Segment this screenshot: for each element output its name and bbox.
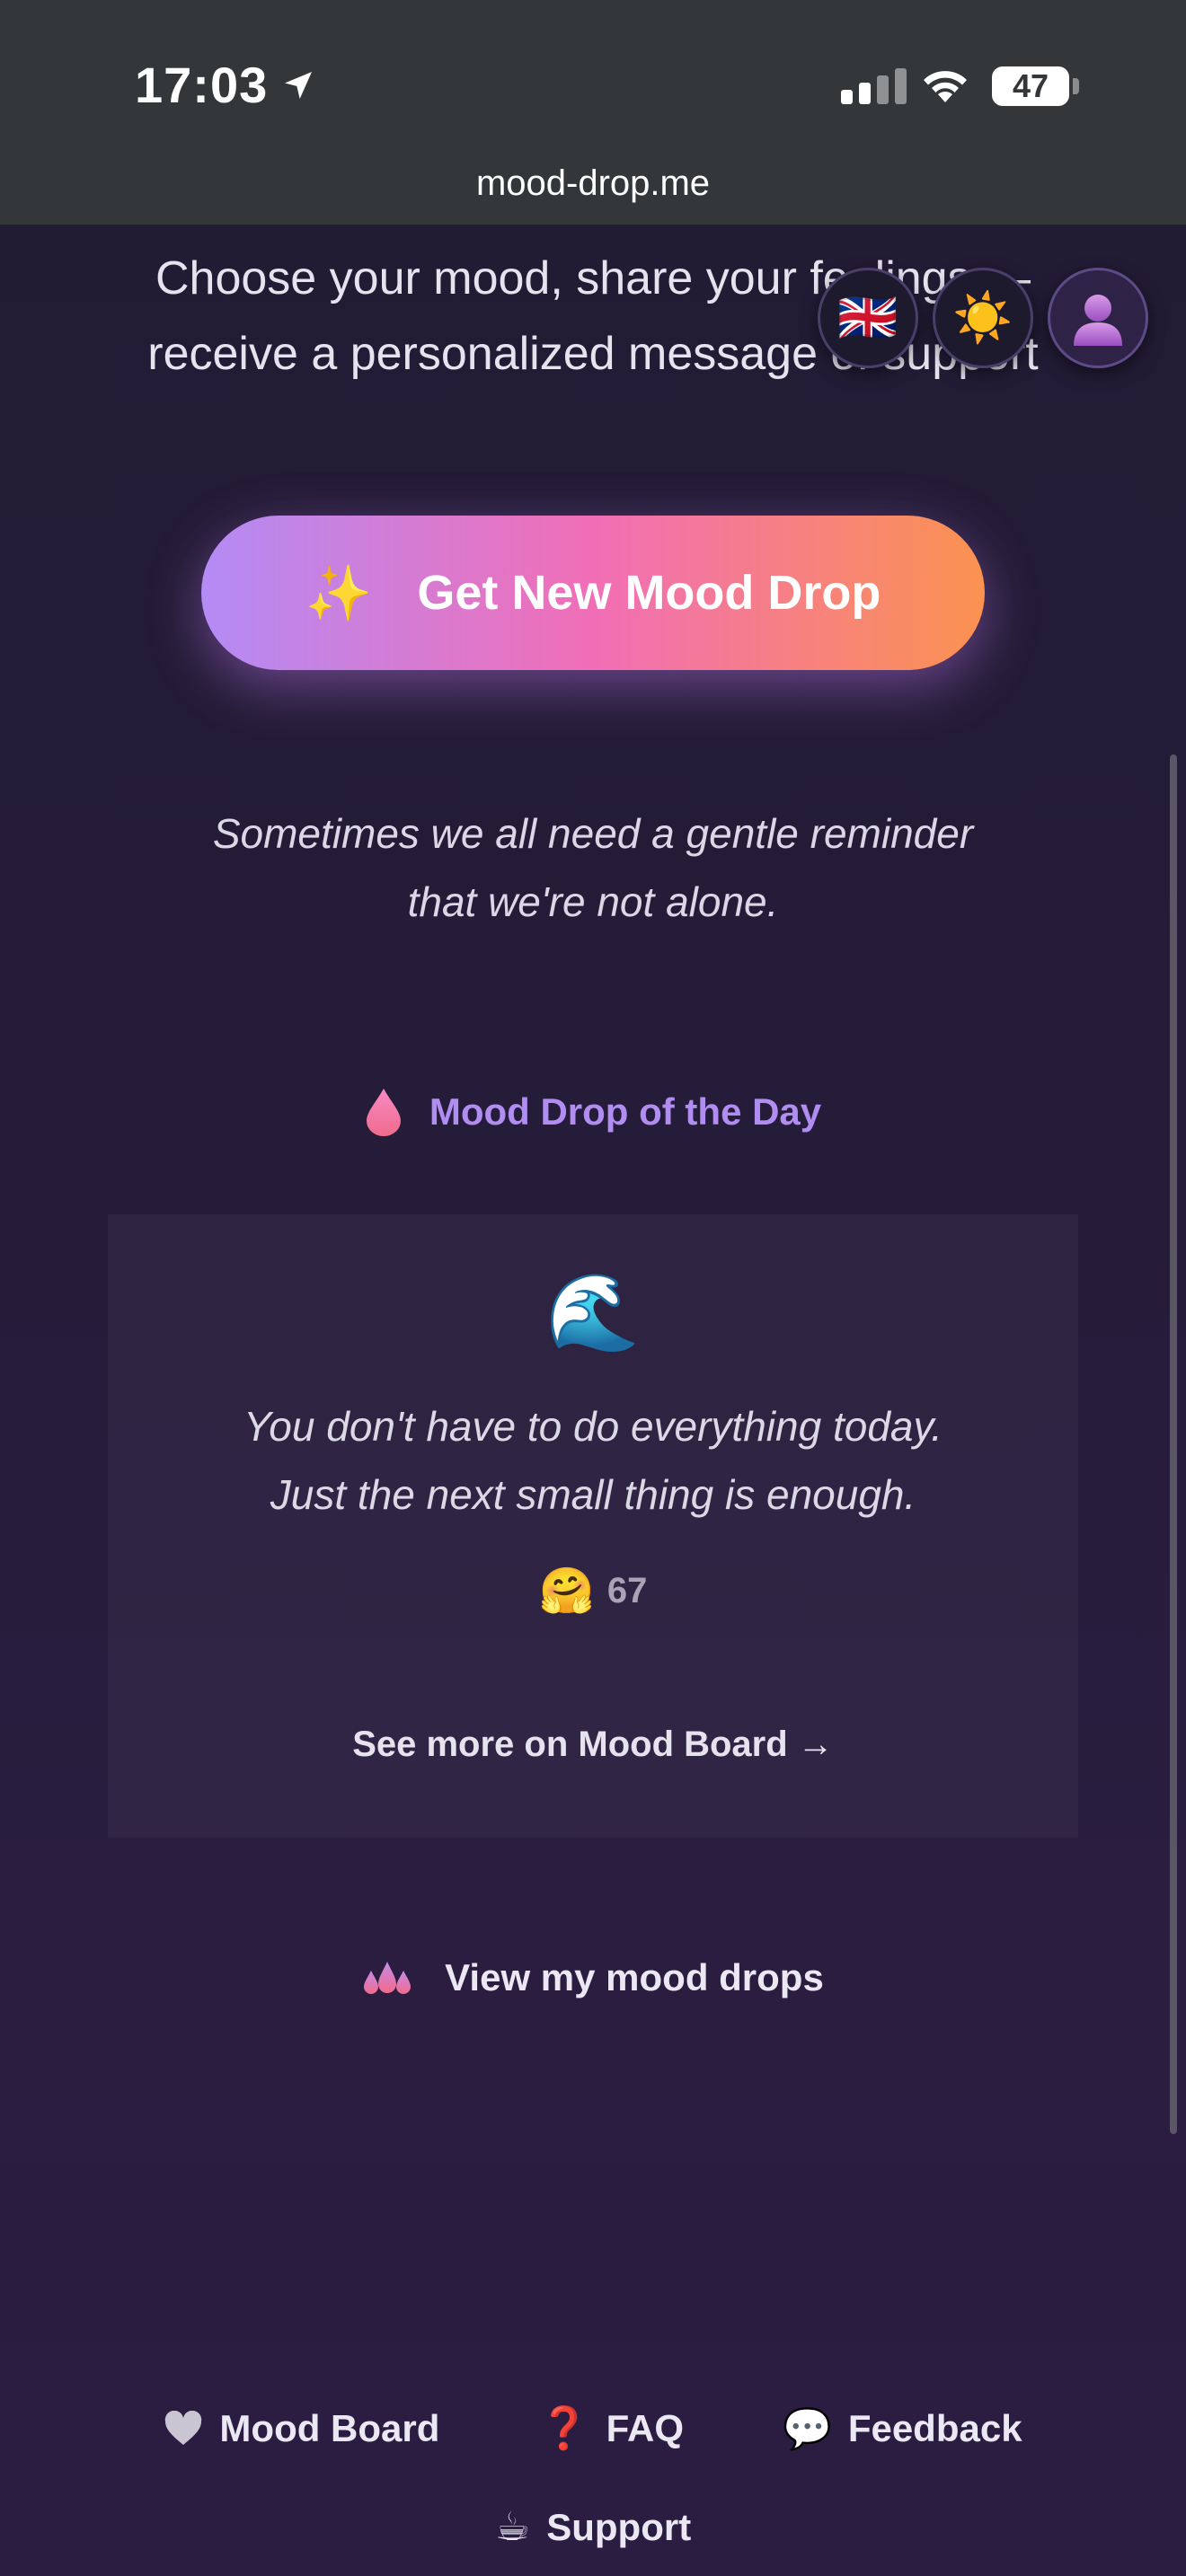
top-controls: 🇬🇧 ☀️ — [818, 268, 1148, 368]
battery-cap — [1073, 78, 1079, 94]
footer-mood-board-link[interactable]: Mood Board — [164, 2407, 439, 2450]
footer-support-label: Support — [546, 2505, 692, 2548]
footer-mood-board-label: Mood Board — [219, 2406, 440, 2449]
get-new-mood-drop-button[interactable]: ✨ Get New Mood Drop — [201, 516, 985, 670]
sparkles-icon: ✨ — [305, 562, 373, 623]
question-mark-icon: ❓ — [538, 2404, 590, 2451]
battery-icon: 47 — [992, 66, 1069, 106]
cta-label: Get New Mood Drop — [417, 566, 881, 620]
view-my-mood-drops-link[interactable]: View my mood drops — [0, 1956, 1186, 1999]
hug-reaction-button[interactable]: 🤗 67 — [108, 1565, 1078, 1618]
wifi-icon — [924, 71, 967, 102]
quote-line-1: You don't have to do everything today. — [243, 1403, 943, 1450]
footer-links: Mood Board ❓ FAQ 💬 Feedback — [0, 2404, 1186, 2453]
view-drops-label: View my mood drops — [445, 1956, 824, 1998]
footer-faq-label: FAQ — [606, 2406, 685, 2449]
reminder-line-1: Sometimes we all need a gentle reminder — [212, 810, 974, 857]
footer-support-row: ☕ Support — [0, 2504, 1186, 2550]
address-bar-url[interactable]: mood-drop.me — [0, 163, 1186, 204]
battery-level: 47 — [1012, 67, 1049, 104]
footer-feedback-label: Feedback — [847, 2406, 1022, 2449]
user-avatar-icon — [1074, 295, 1122, 346]
time-text: 17:03 — [135, 57, 269, 113]
mood-of-day-heading: Mood Drop of the Day — [0, 1087, 1186, 1137]
speech-bubble-icon: 💬 — [783, 2406, 832, 2451]
heart-icon — [165, 2410, 202, 2445]
reminder-text: Sometimes we all need a gentle reminder … — [144, 799, 1042, 936]
status-bar: 17:03 47 mood-drop.me — [0, 0, 1186, 226]
scrollbar[interactable] — [1170, 754, 1177, 2134]
coffee-icon: ☕ — [494, 2505, 531, 2549]
uk-flag-icon: 🇬🇧 — [837, 290, 898, 345]
droplet-icon — [366, 1089, 401, 1136]
mood-of-day-card: 🌊 You don't have to do everything today.… — [108, 1214, 1078, 1838]
mood-quote: You don't have to do everything today. J… — [162, 1392, 1024, 1529]
footer-support-link[interactable]: ☕ Support — [495, 2504, 691, 2550]
droplets-icon — [364, 1962, 412, 1994]
account-button[interactable] — [1048, 268, 1148, 368]
hug-icon: 🤗 — [538, 1566, 595, 1616]
reaction-count: 67 — [606, 1571, 648, 1610]
reminder-line-2: that we're not alone. — [407, 878, 779, 925]
see-more-mood-board-link[interactable]: See more on Mood Board → — [108, 1725, 1078, 1765]
footer-faq-link[interactable]: ❓ FAQ — [538, 2404, 684, 2453]
location-arrow-icon — [285, 71, 313, 99]
quote-line-2: Just the next small thing is enough. — [270, 1471, 916, 1518]
cellular-signal-icon — [841, 68, 907, 104]
status-time: 17:03 — [135, 56, 316, 114]
language-button[interactable]: 🇬🇧 — [818, 268, 918, 368]
footer-feedback-link[interactable]: 💬 Feedback — [783, 2405, 1022, 2452]
theme-toggle-button[interactable]: ☀️ — [933, 268, 1033, 368]
sun-icon: ☀️ — [952, 290, 1013, 345]
wave-icon: 🌊 — [545, 1270, 641, 1354]
mood-of-day-title: Mood Drop of the Day — [429, 1090, 822, 1133]
